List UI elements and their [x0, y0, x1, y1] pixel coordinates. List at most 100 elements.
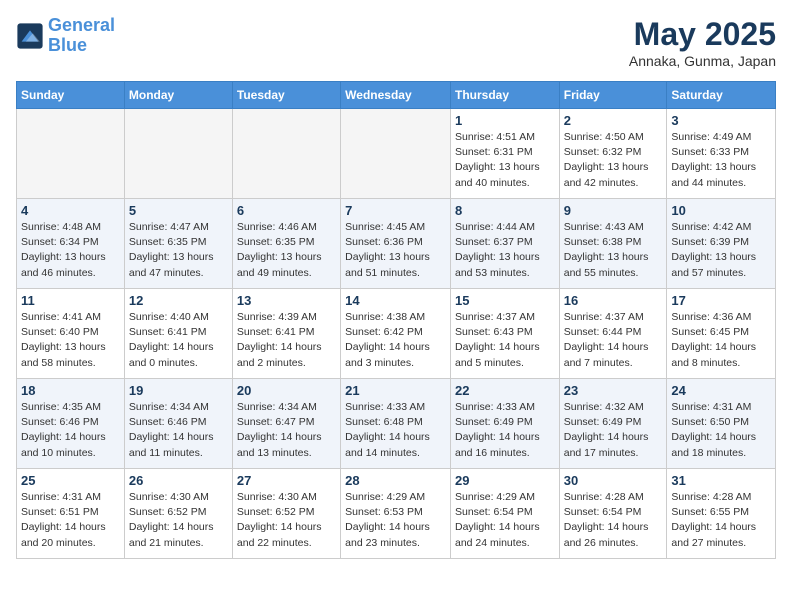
day-info: Sunrise: 4:42 AM Sunset: 6:39 PM Dayligh…: [671, 220, 771, 281]
day-number: 11: [21, 293, 120, 308]
day-cell: 7 Sunrise: 4:45 AM Sunset: 6:36 PM Daylig…: [341, 199, 451, 289]
day-number: 24: [671, 383, 771, 398]
day-number: 13: [237, 293, 336, 308]
day-cell: 5 Sunrise: 4:47 AM Sunset: 6:35 PM Daylig…: [124, 199, 232, 289]
title-block: May 2025 Annaka, Gunma, Japan: [629, 16, 776, 69]
col-header-thursday: Thursday: [450, 82, 559, 109]
day-info: Sunrise: 4:51 AM Sunset: 6:31 PM Dayligh…: [455, 130, 555, 191]
day-cell: 28 Sunrise: 4:29 AM Sunset: 6:53 PM Dayli…: [341, 469, 451, 559]
day-info: Sunrise: 4:50 AM Sunset: 6:32 PM Dayligh…: [564, 130, 663, 191]
day-number: 6: [237, 203, 336, 218]
day-number: 30: [564, 473, 663, 488]
day-info: Sunrise: 4:34 AM Sunset: 6:47 PM Dayligh…: [237, 400, 336, 461]
day-cell: 19Sunrise: 4:34 AM Sunset: 6:46 PM Dayli…: [124, 379, 232, 469]
logo-line1: General: [48, 15, 115, 35]
day-cell: 23 Sunrise: 4:32 AM Sunset: 6:49 PM Dayli…: [559, 379, 667, 469]
day-cell: 24Sunrise: 4:31 AM Sunset: 6:50 PM Dayli…: [667, 379, 776, 469]
day-number: 1: [455, 113, 555, 128]
day-cell: 8 Sunrise: 4:44 AM Sunset: 6:37 PM Daylig…: [450, 199, 559, 289]
day-info: Sunrise: 4:36 AM Sunset: 6:45 PM Dayligh…: [671, 310, 771, 371]
day-number: 15: [455, 293, 555, 308]
day-cell: 22Sunrise: 4:33 AM Sunset: 6:49 PM Dayli…: [450, 379, 559, 469]
day-info: Sunrise: 4:30 AM Sunset: 6:52 PM Dayligh…: [129, 490, 228, 551]
logo-line2: Blue: [48, 35, 87, 55]
day-number: 20: [237, 383, 336, 398]
day-info: Sunrise: 4:40 AM Sunset: 6:41 PM Dayligh…: [129, 310, 228, 371]
day-cell: 20 Sunrise: 4:34 AM Sunset: 6:47 PM Dayli…: [232, 379, 340, 469]
day-info: Sunrise: 4:32 AM Sunset: 6:49 PM Dayligh…: [564, 400, 663, 461]
day-number: 10: [671, 203, 771, 218]
day-number: 25: [21, 473, 120, 488]
day-info: Sunrise: 4:28 AM Sunset: 6:55 PM Dayligh…: [671, 490, 771, 551]
day-cell: 4Sunrise: 4:48 AM Sunset: 6:34 PM Daylig…: [17, 199, 125, 289]
day-cell: 17 Sunrise: 4:36 AM Sunset: 6:45 PM Dayli…: [667, 289, 776, 379]
day-cell: 12 Sunrise: 4:40 AM Sunset: 6:41 PM Dayli…: [124, 289, 232, 379]
day-info: Sunrise: 4:37 AM Sunset: 6:44 PM Dayligh…: [564, 310, 663, 371]
day-cell: 26 Sunrise: 4:30 AM Sunset: 6:52 PM Dayli…: [124, 469, 232, 559]
day-cell: 18 Sunrise: 4:35 AM Sunset: 6:46 PM Dayli…: [17, 379, 125, 469]
day-cell: 14 Sunrise: 4:38 AM Sunset: 6:42 PM Dayli…: [341, 289, 451, 379]
day-cell: 29Sunrise: 4:29 AM Sunset: 6:54 PM Dayli…: [450, 469, 559, 559]
day-info: Sunrise: 4:38 AM Sunset: 6:42 PM Dayligh…: [345, 310, 446, 371]
logo-text: General Blue: [48, 16, 115, 56]
month-title: May 2025: [629, 16, 776, 53]
day-cell: 30 Sunrise: 4:28 AM Sunset: 6:54 PM Dayli…: [559, 469, 667, 559]
day-number: 26: [129, 473, 228, 488]
day-number: 5: [129, 203, 228, 218]
day-number: 21: [345, 383, 446, 398]
day-number: 12: [129, 293, 228, 308]
logo: General Blue: [16, 16, 115, 56]
day-number: 4: [21, 203, 120, 218]
day-info: Sunrise: 4:30 AM Sunset: 6:52 PM Dayligh…: [237, 490, 336, 551]
day-info: Sunrise: 4:47 AM Sunset: 6:35 PM Dayligh…: [129, 220, 228, 281]
col-header-sunday: Sunday: [17, 82, 125, 109]
day-info: Sunrise: 4:45 AM Sunset: 6:36 PM Dayligh…: [345, 220, 446, 281]
day-cell: 16 Sunrise: 4:37 AM Sunset: 6:44 PM Dayli…: [559, 289, 667, 379]
week-row-5: 25 Sunrise: 4:31 AM Sunset: 6:51 PM Dayli…: [17, 469, 776, 559]
day-cell: 21 Sunrise: 4:33 AM Sunset: 6:48 PM Dayli…: [341, 379, 451, 469]
day-info: Sunrise: 4:31 AM Sunset: 6:51 PM Dayligh…: [21, 490, 120, 551]
day-info: Sunrise: 4:29 AM Sunset: 6:53 PM Dayligh…: [345, 490, 446, 551]
day-info: Sunrise: 4:33 AM Sunset: 6:48 PM Dayligh…: [345, 400, 446, 461]
day-info: Sunrise: 4:28 AM Sunset: 6:54 PM Dayligh…: [564, 490, 663, 551]
day-number: 23: [564, 383, 663, 398]
col-header-friday: Friday: [559, 82, 667, 109]
day-number: 8: [455, 203, 555, 218]
day-number: 9: [564, 203, 663, 218]
day-number: 17: [671, 293, 771, 308]
day-cell: [341, 109, 451, 199]
day-info: Sunrise: 4:44 AM Sunset: 6:37 PM Dayligh…: [455, 220, 555, 281]
day-number: 7: [345, 203, 446, 218]
day-number: 22: [455, 383, 555, 398]
day-cell: [232, 109, 340, 199]
day-info: Sunrise: 4:43 AM Sunset: 6:38 PM Dayligh…: [564, 220, 663, 281]
day-info: Sunrise: 4:35 AM Sunset: 6:46 PM Dayligh…: [21, 400, 120, 461]
day-cell: 6 Sunrise: 4:46 AM Sunset: 6:35 PM Daylig…: [232, 199, 340, 289]
day-number: 28: [345, 473, 446, 488]
day-cell: [124, 109, 232, 199]
day-cell: 11 Sunrise: 4:41 AM Sunset: 6:40 PM Dayli…: [17, 289, 125, 379]
day-cell: 2 Sunrise: 4:50 AM Sunset: 6:32 PM Daylig…: [559, 109, 667, 199]
day-cell: [17, 109, 125, 199]
day-number: 14: [345, 293, 446, 308]
day-cell: 13Sunrise: 4:39 AM Sunset: 6:41 PM Dayli…: [232, 289, 340, 379]
day-cell: 9 Sunrise: 4:43 AM Sunset: 6:38 PM Daylig…: [559, 199, 667, 289]
day-cell: 1 Sunrise: 4:51 AM Sunset: 6:31 PM Daylig…: [450, 109, 559, 199]
week-row-2: 4Sunrise: 4:48 AM Sunset: 6:34 PM Daylig…: [17, 199, 776, 289]
day-number: 19: [129, 383, 228, 398]
day-info: Sunrise: 4:41 AM Sunset: 6:40 PM Dayligh…: [21, 310, 120, 371]
day-info: Sunrise: 4:49 AM Sunset: 6:33 PM Dayligh…: [671, 130, 771, 191]
day-cell: 15Sunrise: 4:37 AM Sunset: 6:43 PM Dayli…: [450, 289, 559, 379]
week-row-4: 18 Sunrise: 4:35 AM Sunset: 6:46 PM Dayli…: [17, 379, 776, 469]
day-cell: 25 Sunrise: 4:31 AM Sunset: 6:51 PM Dayli…: [17, 469, 125, 559]
day-number: 2: [564, 113, 663, 128]
day-number: 18: [21, 383, 120, 398]
day-info: Sunrise: 4:46 AM Sunset: 6:35 PM Dayligh…: [237, 220, 336, 281]
week-row-1: 1 Sunrise: 4:51 AM Sunset: 6:31 PM Daylig…: [17, 109, 776, 199]
day-number: 16: [564, 293, 663, 308]
day-number: 27: [237, 473, 336, 488]
col-header-monday: Monday: [124, 82, 232, 109]
col-header-tuesday: Tuesday: [232, 82, 340, 109]
day-cell: 3Sunrise: 4:49 AM Sunset: 6:33 PM Daylig…: [667, 109, 776, 199]
day-cell: 27 Sunrise: 4:30 AM Sunset: 6:52 PM Dayli…: [232, 469, 340, 559]
